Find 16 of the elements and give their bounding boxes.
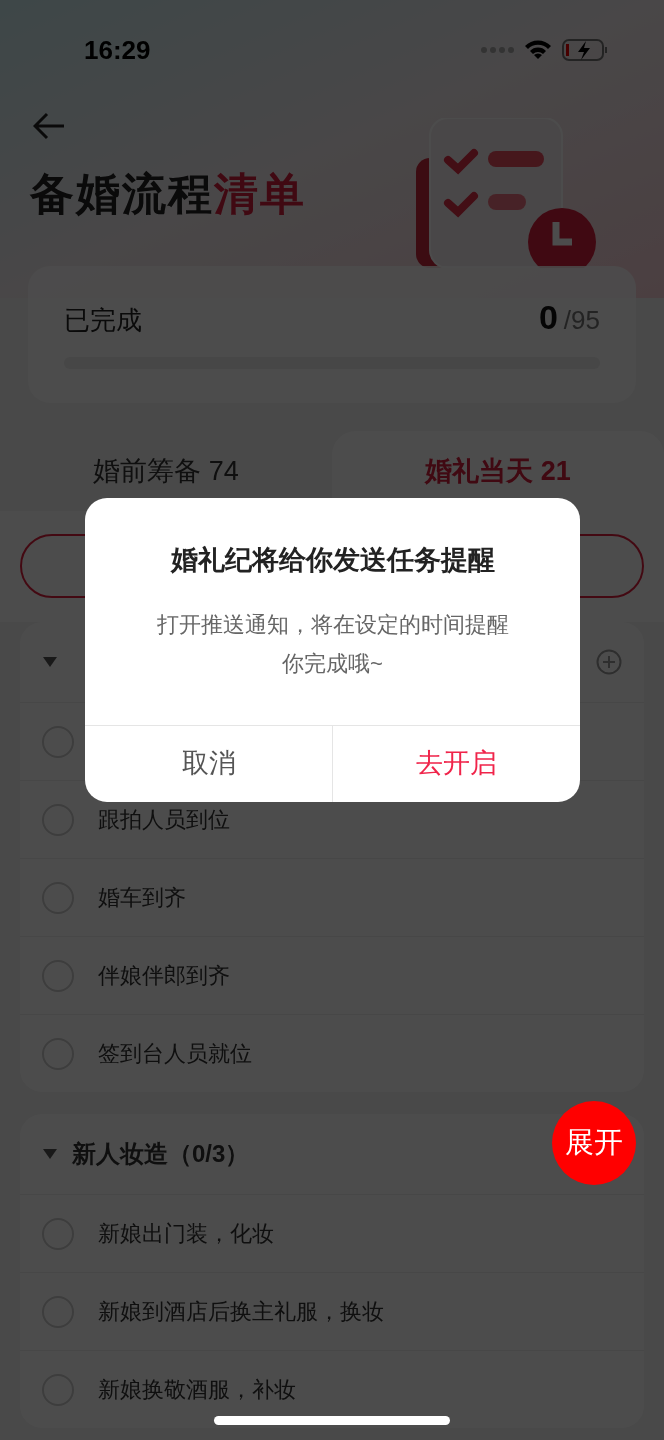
section-title: 新人妆造（0/3）	[72, 1139, 250, 1169]
task-label: 签到台人员就位	[98, 1040, 252, 1068]
task-label: 新娘出门装，化妆	[98, 1220, 274, 1248]
progress-label: 已完成	[64, 304, 142, 337]
status-time: 16:29	[84, 33, 151, 67]
page-title: 备婚流程清单	[30, 172, 307, 216]
task-label: 伴娘伴郎到齐	[98, 962, 230, 990]
dialog-title: 婚礼纪将给你发送任务提醒	[169, 544, 496, 577]
cancel-button[interactable]: 取消	[85, 725, 332, 802]
done-count: 0	[538, 297, 558, 338]
task-label: 新娘换敬酒服，补妆	[98, 1376, 296, 1404]
task-label: 跟拍人员到位	[98, 806, 230, 834]
task-label: 婚车到齐	[98, 884, 186, 912]
dialog-message: 打开推送通知，将在设定的时间提醒你完成哦~	[155, 610, 510, 678]
task-label: 新娘到酒店后换主礼服，换妆	[98, 1298, 384, 1326]
confirm-button[interactable]: 去开启	[332, 725, 580, 802]
